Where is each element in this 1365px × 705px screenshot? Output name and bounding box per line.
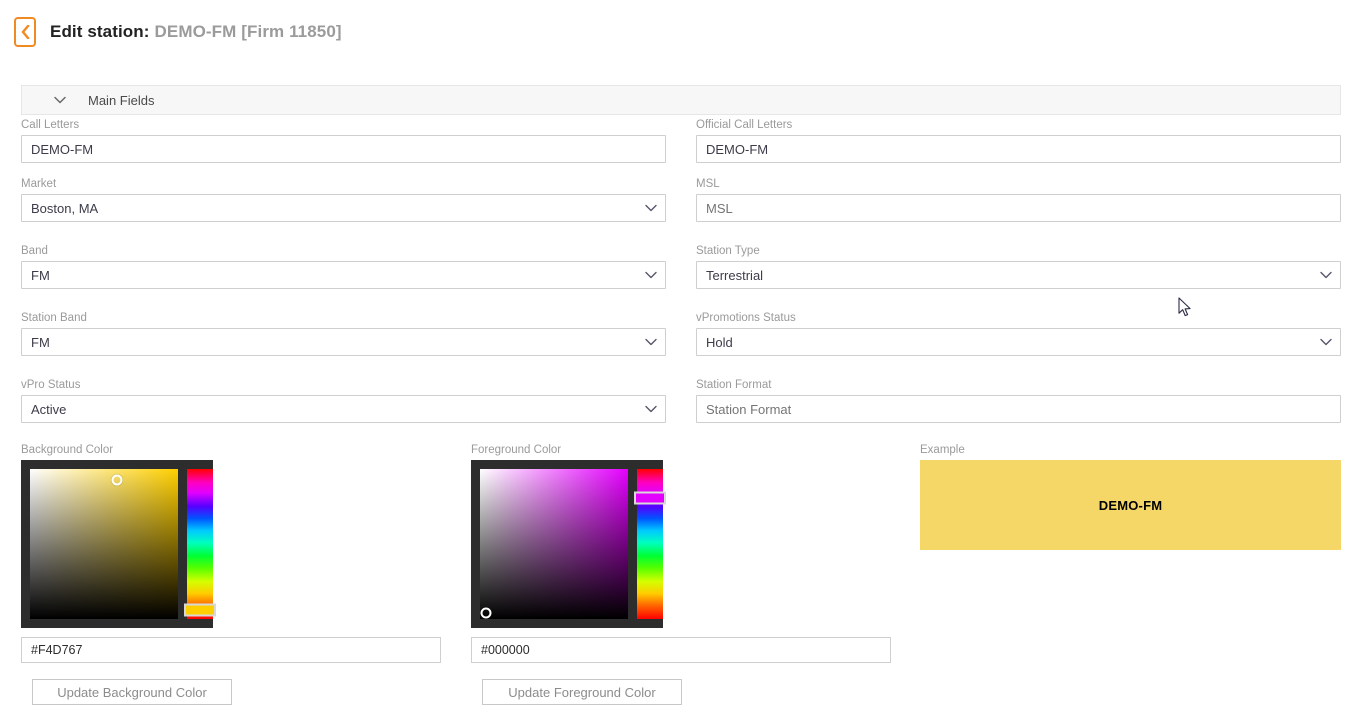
example-swatch: DEMO-FM — [920, 460, 1341, 550]
background-hue-marker[interactable] — [184, 603, 216, 617]
background-sv-marker[interactable] — [111, 474, 123, 485]
background-saturation-value-area[interactable] — [30, 469, 178, 619]
back-button[interactable] — [14, 17, 36, 47]
page-title: Edit station: DEMO-FM [Firm 11850] — [50, 22, 342, 42]
background-color-picker: Background Color Update Background Color — [21, 443, 441, 705]
field-label-market: Market — [21, 178, 57, 190]
field-label-vpromotions-status: vPromotions Status — [696, 312, 796, 324]
page-title-main: Edit station: — [50, 22, 150, 41]
field-label-call-letters: Call Letters — [21, 119, 80, 131]
foreground-color-picker: Foreground Color Update Foreground Color — [471, 443, 891, 705]
field-label-station-type: Station Type — [696, 245, 760, 257]
market-select[interactable] — [21, 194, 666, 222]
background-picker-frame — [21, 460, 216, 628]
example-preview: Example DEMO-FM — [920, 443, 1341, 550]
example-station-text: DEMO-FM — [1098, 497, 1163, 513]
example-label: Example — [920, 444, 965, 456]
field-label-station-band: Station Band — [21, 312, 87, 324]
foreground-saturation-value-area[interactable] — [480, 469, 628, 619]
field-station-band: Station Band — [21, 311, 666, 356]
field-band: Band — [21, 244, 666, 289]
field-official-call-letters: Official Call Letters — [696, 118, 1341, 163]
field-label-vpro-status: vPro Status — [21, 379, 81, 391]
update-foreground-color-button[interactable]: Update Foreground Color — [482, 679, 682, 705]
field-label-band: Band — [21, 245, 48, 257]
station-band-select[interactable] — [21, 328, 666, 356]
station-format-input[interactable] — [696, 395, 1341, 423]
page-title-subject: DEMO-FM [Firm 11850] — [154, 22, 342, 41]
field-vpromotions-status: vPromotions Status — [696, 311, 1341, 356]
foreground-hue-strip[interactable] — [634, 469, 666, 619]
station-type-select[interactable] — [696, 261, 1341, 289]
field-market: Market — [21, 177, 666, 222]
vpro-status-select[interactable] — [21, 395, 666, 423]
field-msl: MSL — [696, 177, 1341, 222]
foreground-picker-frame — [471, 460, 666, 628]
msl-input[interactable] — [696, 194, 1341, 222]
official-call-letters-input[interactable] — [696, 135, 1341, 163]
value-gradient — [480, 469, 628, 619]
background-color-label: Background Color — [21, 444, 114, 456]
background-hex-input[interactable] — [21, 637, 441, 663]
update-background-color-button[interactable]: Update Background Color — [32, 679, 232, 705]
field-station-type: Station Type — [696, 244, 1341, 289]
field-vpro-status: vPro Status — [21, 378, 666, 423]
section-title: Main Fields — [88, 92, 155, 108]
background-hue-strip[interactable] — [184, 469, 216, 619]
value-gradient — [30, 469, 178, 619]
field-label-msl: MSL — [696, 178, 720, 190]
foreground-color-label: Foreground Color — [471, 444, 562, 456]
call-letters-input[interactable] — [21, 135, 666, 163]
field-call-letters: Call Letters — [21, 118, 666, 163]
vpromotions-status-select[interactable] — [696, 328, 1341, 356]
field-label-official-call-letters: Official Call Letters — [696, 119, 793, 131]
band-select[interactable] — [21, 261, 666, 289]
foreground-hex-input[interactable] — [471, 637, 891, 663]
foreground-sv-marker[interactable] — [480, 607, 492, 619]
page-header: Edit station: DEMO-FM [Firm 11850] — [0, 0, 1365, 64]
foreground-hue-marker[interactable] — [634, 491, 666, 504]
field-label-station-format: Station Format — [696, 379, 772, 391]
field-station-format: Station Format — [696, 378, 1341, 423]
section-header-main-fields[interactable]: Main Fields — [21, 85, 1341, 115]
chevron-left-icon — [20, 25, 30, 39]
chevron-down-icon — [51, 96, 69, 104]
